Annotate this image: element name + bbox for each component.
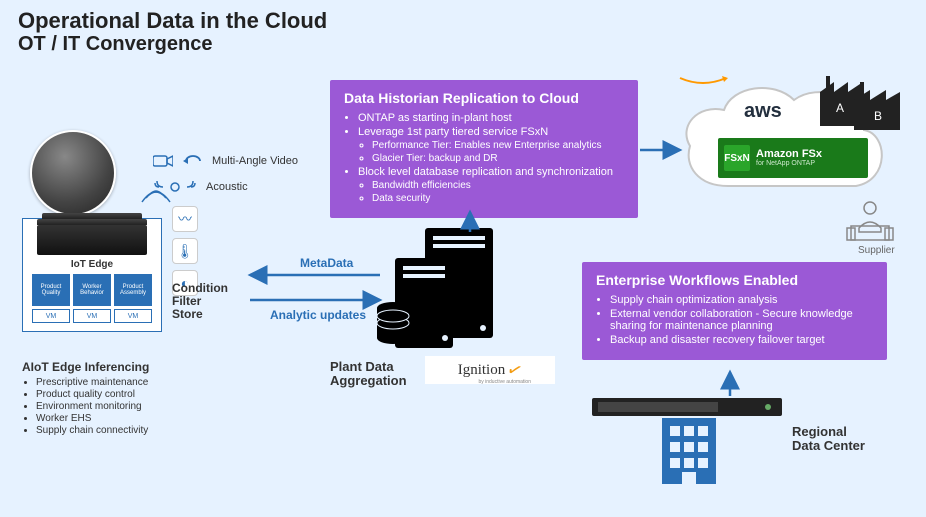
iot-tile: Worker Behavior	[73, 274, 111, 306]
video-label: Multi-Angle Video	[212, 155, 298, 167]
factory-icon: A B	[820, 72, 910, 130]
sensor-icons: Multi-Angle Video Acoustic	[152, 148, 298, 200]
enterprise-workflows-box: Enterprise Workflows Enabled Supply chai…	[582, 262, 887, 360]
box1-subbullet: Performance Tier: Enables new Enterprise…	[372, 140, 624, 151]
box1-bullet: Leverage 1st party tiered service FSxN P…	[358, 126, 624, 164]
metadata-label: MetaData	[300, 256, 353, 270]
title-line1: Operational Data in the Cloud	[18, 8, 327, 33]
vm-label: VM	[114, 309, 152, 323]
box1-subbullet: Data security	[372, 193, 624, 204]
iot-tile: Product Assembly	[114, 274, 152, 306]
iot-tile: Product Quality	[32, 274, 70, 306]
aws-smile-icon	[678, 76, 728, 86]
aiot-item: Product quality control	[36, 389, 222, 400]
supplier-icon	[845, 198, 895, 244]
server-icon	[375, 228, 505, 358]
title-line2: OT / IT Convergence	[18, 33, 327, 56]
thermal-icon: 🌡	[172, 238, 198, 264]
box2-bullet: Supply chain optimization analysis	[610, 294, 873, 306]
box2-title: Enterprise Workflows Enabled	[596, 272, 873, 288]
data-historian-box: Data Historian Replication to Cloud ONTA…	[330, 80, 638, 218]
fsx-icon: FSxN	[724, 145, 750, 171]
iot-label: IoT Edge	[29, 259, 155, 270]
aiot-item: Supply chain connectivity	[36, 425, 222, 436]
box1-bullet: Block level database replication and syn…	[358, 166, 624, 204]
aws-logo: aws	[744, 100, 782, 123]
server-rack-icon	[592, 398, 782, 418]
box1-subbullet: Glacier Tier: backup and DR	[372, 153, 624, 164]
box1-subbullet: Bandwidth efficiencies	[372, 180, 624, 191]
supplier-label: Supplier	[858, 245, 895, 256]
box2-bullet: External vendor collaboration - Secure k…	[610, 308, 873, 332]
svg-text:B: B	[874, 109, 882, 123]
switch-icon	[37, 225, 147, 255]
aiot-title: AIoT Edge Inferencing	[22, 360, 222, 374]
rotate-icon	[182, 150, 204, 172]
analytic-label: Analytic updates	[270, 308, 366, 322]
amazon-fsx-badge: FSxN Amazon FSx for NetApp ONTAP	[718, 138, 868, 178]
aiot-list: AIoT Edge Inferencing Prescriptive maint…	[22, 360, 222, 437]
condition-filter-store-label: Condition Filter Store	[172, 282, 228, 322]
vm-label: VM	[32, 309, 70, 323]
svg-text:A: A	[836, 101, 844, 115]
box2-bullet: Backup and disaster recovery failover ta…	[610, 334, 873, 346]
aiot-item: Worker EHS	[36, 413, 222, 424]
worker-photo	[30, 130, 116, 216]
box1-title: Data Historian Replication to Cloud	[344, 90, 624, 106]
ignition-logo: Ignition✓ by inductive automation	[425, 356, 555, 384]
rdc-label: Regional Data Center	[792, 425, 865, 454]
page-title: Operational Data in the Cloud OT / IT Co…	[18, 8, 327, 56]
vm-label: VM	[73, 309, 111, 323]
aiot-item: Environment monitoring	[36, 401, 222, 412]
iot-edge-box: IoT Edge Product Quality Worker Behavior…	[22, 218, 162, 332]
box1-bullet: ONTAP as starting in-plant host	[358, 112, 624, 124]
acoustic-label: Acoustic	[206, 181, 248, 193]
fsx-sub: for NetApp ONTAP	[756, 160, 822, 167]
sound-icon	[152, 176, 198, 198]
vibration-icon: 〰	[172, 206, 198, 232]
aiot-item: Prescriptive maintenance	[36, 377, 222, 388]
building-icon	[662, 418, 716, 484]
fsx-title: Amazon FSx	[756, 149, 822, 160]
plant-label: Plant Data Aggregation	[330, 360, 407, 389]
camera-icon	[152, 150, 174, 172]
